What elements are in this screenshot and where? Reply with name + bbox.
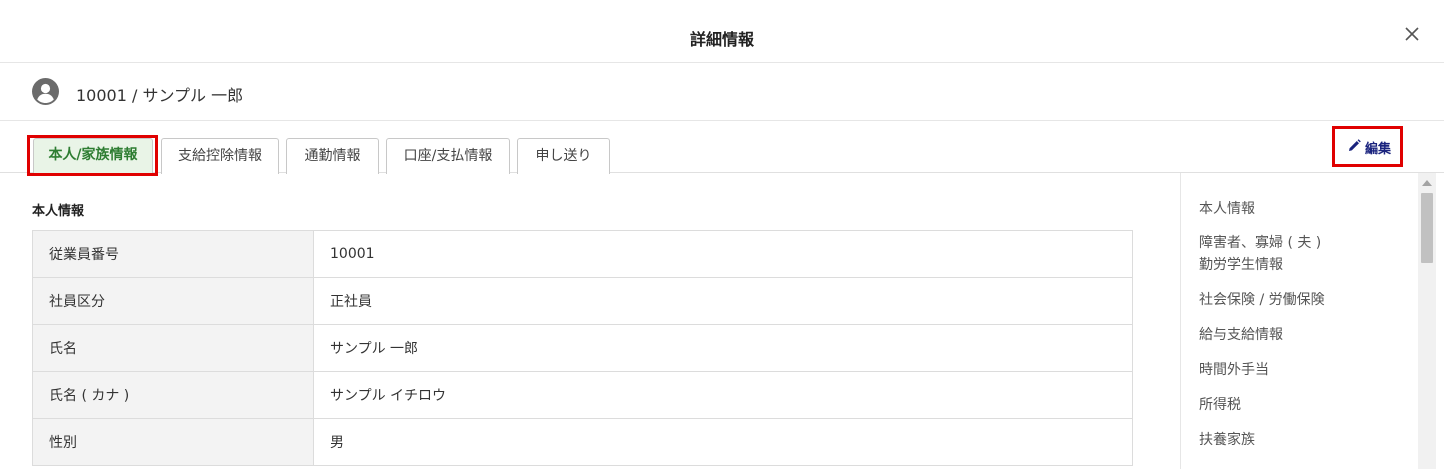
scrollbar-thumb[interactable] bbox=[1421, 193, 1433, 263]
user-circle-icon bbox=[32, 78, 59, 105]
section-title: 本人情報 bbox=[32, 204, 85, 219]
table-row: 従業員番号 10001 bbox=[32, 230, 1133, 278]
tab-personal-family[interactable]: 本人/家族情報 bbox=[33, 138, 153, 174]
side-nav-item-label: 勤労学生情報 bbox=[1199, 257, 1283, 273]
edit-label: 編集 bbox=[1364, 141, 1391, 157]
row-value: サンプル 一郎 bbox=[313, 324, 1133, 372]
row-label: 氏名 bbox=[32, 324, 314, 372]
personal-info-table: 従業員番号 10001 社員区分 正社員 氏名 サンプル 一郎 氏名 ( カナ … bbox=[32, 230, 1133, 466]
side-nav-item-label: 障害者、寡婦 ( 夫 ) bbox=[1199, 235, 1322, 251]
table-row: 性別 男 bbox=[32, 418, 1133, 466]
table-row: 社員区分 正社員 bbox=[32, 277, 1133, 325]
pencil-icon bbox=[1348, 138, 1361, 156]
section-side-nav: 本人情報 障害者、寡婦 ( 夫 ) 勤労学生情報 社会保険 / 労働保険 給与支… bbox=[1180, 173, 1418, 469]
side-nav-item-dependents[interactable]: 扶養家族 bbox=[1199, 429, 1255, 451]
side-nav-item-overtime[interactable]: 時間外手当 bbox=[1199, 359, 1269, 381]
side-nav-item-income-tax[interactable]: 所得税 bbox=[1199, 394, 1241, 416]
modal-title: 詳細情報 bbox=[689, 30, 754, 49]
row-label: 社員区分 bbox=[32, 277, 314, 325]
table-row: 氏名 サンプル 一郎 bbox=[32, 324, 1133, 372]
row-label: 氏名 ( カナ ) bbox=[32, 371, 314, 419]
employee-bar: 10001 / サンプル 一郎 bbox=[0, 63, 1444, 121]
side-nav-item-salary[interactable]: 給与支給情報 bbox=[1199, 324, 1283, 346]
scrollbar[interactable] bbox=[1418, 173, 1436, 469]
row-value: 男 bbox=[313, 418, 1133, 466]
tab-account-payment[interactable]: 口座/支払情報 bbox=[386, 138, 510, 174]
tab-commute[interactable]: 通勤情報 bbox=[286, 138, 379, 174]
row-label: 性別 bbox=[32, 418, 314, 466]
table-row: 氏名 ( カナ ) サンプル イチロウ bbox=[32, 371, 1133, 419]
close-icon[interactable] bbox=[1402, 24, 1422, 44]
row-value: 正社員 bbox=[313, 277, 1133, 325]
row-value: 10001 bbox=[313, 230, 1133, 278]
row-value: サンプル イチロウ bbox=[313, 371, 1133, 419]
scroll-up-icon[interactable] bbox=[1422, 180, 1432, 186]
modal-header: 詳細情報 bbox=[0, 0, 1444, 63]
row-label: 従業員番号 bbox=[32, 230, 314, 278]
tabs-bar: 本人/家族情報 支給控除情報 通勤情報 口座/支払情報 申し送り bbox=[0, 121, 1444, 174]
side-nav-item-insurance[interactable]: 社会保険 / 労働保険 bbox=[1199, 289, 1325, 311]
tab-handover[interactable]: 申し送り bbox=[517, 138, 610, 174]
edit-button[interactable]: 編集 bbox=[1338, 131, 1401, 163]
tab-payment-deduction[interactable]: 支給控除情報 bbox=[161, 138, 279, 174]
employee-label: 10001 / サンプル 一郎 bbox=[76, 86, 244, 105]
side-nav-item-disability-widow-student[interactable]: 障害者、寡婦 ( 夫 ) 勤労学生情報 bbox=[1199, 232, 1321, 276]
side-nav-item-personal-info[interactable]: 本人情報 bbox=[1199, 198, 1255, 220]
